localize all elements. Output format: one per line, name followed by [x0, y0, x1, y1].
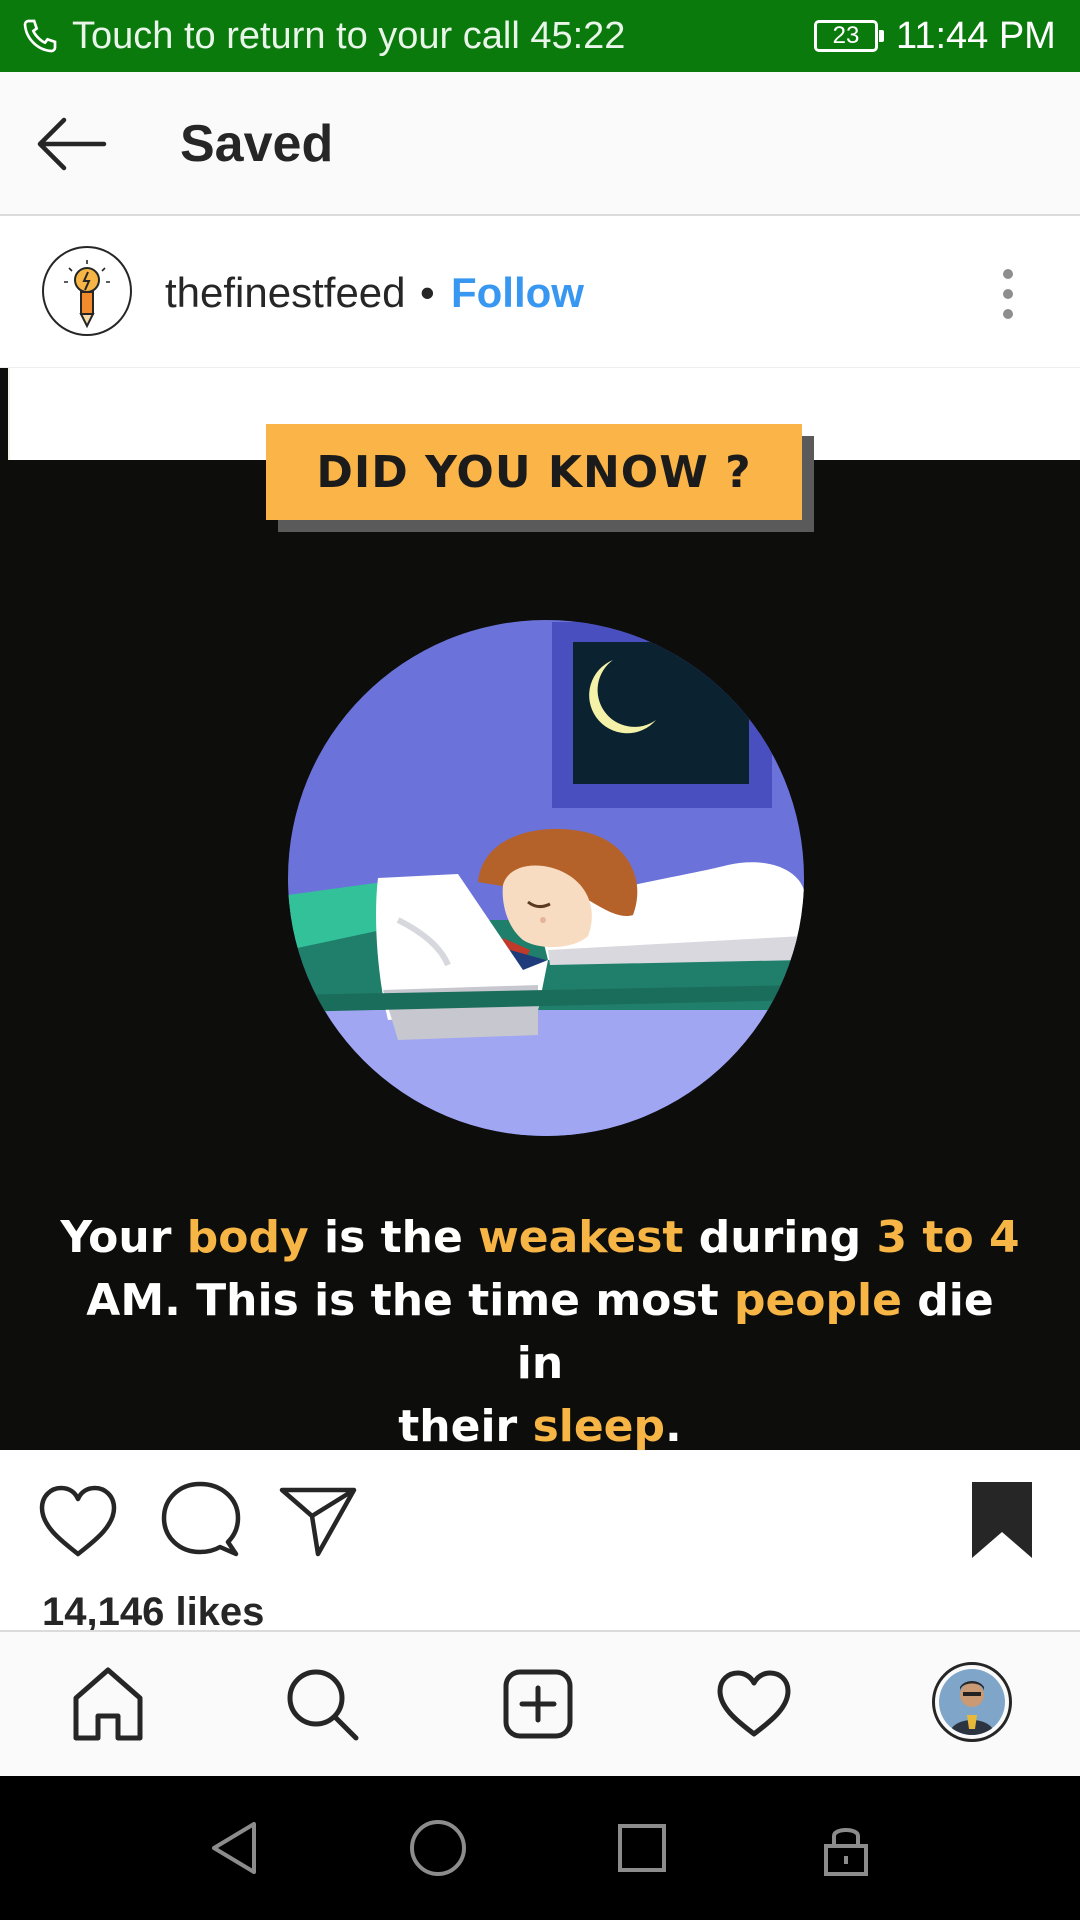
caption-highlight: people: [733, 1275, 902, 1326]
more-vertical-icon[interactable]: [990, 264, 1026, 324]
search-icon[interactable]: [282, 1664, 362, 1744]
call-timer: 45:22: [530, 15, 626, 57]
activity-heart-icon[interactable]: [714, 1664, 794, 1744]
profile-avatar[interactable]: [932, 1662, 1012, 1742]
profile-picture-icon: [939, 1669, 1005, 1735]
bookmark-filled-icon[interactable]: [968, 1478, 1036, 1562]
post-header: thefinestfeed • Follow: [0, 218, 1080, 368]
page-title: Saved: [180, 115, 334, 173]
heart-icon[interactable]: [36, 1480, 120, 1564]
author-avatar[interactable]: [42, 246, 132, 336]
share-send-icon[interactable]: [278, 1480, 358, 1560]
likes-count[interactable]: 14,146 likes: [42, 1588, 264, 1636]
lock-icon[interactable]: [814, 1816, 878, 1880]
comment-icon[interactable]: [158, 1478, 242, 1562]
banner-text: DID YOU KNOW ?: [316, 446, 752, 498]
call-text: Touch to return to your call: [72, 15, 520, 57]
caption-line-1: Your body is the weakest during 3 to 4: [60, 1206, 1020, 1269]
caption-text: .: [665, 1401, 682, 1450]
image-caption: Your body is the weakest during 3 to 4 A…: [60, 1206, 1020, 1450]
post-actions: 14,146 likes: [0, 1450, 1080, 1634]
caption-text: Your: [60, 1212, 187, 1263]
caption-highlight: weakest: [478, 1212, 684, 1263]
did-you-know-banner: DID YOU KNOW ?: [266, 424, 802, 520]
caption-text: during: [683, 1212, 877, 1263]
system-navigation-bar: [0, 1776, 1080, 1920]
phone-icon: [23, 19, 57, 53]
return-to-call-text[interactable]: Touch to return to your call 45:22: [72, 13, 625, 59]
bottom-navigation: [0, 1630, 1080, 1776]
caption-text: their: [398, 1401, 533, 1450]
lightbulb-pencil-logo-icon: [64, 260, 110, 329]
caption-highlight: body: [186, 1212, 309, 1263]
home-circle-icon[interactable]: [406, 1816, 470, 1880]
recent-square-icon[interactable]: [610, 1816, 674, 1880]
add-post-icon[interactable]: [498, 1664, 578, 1744]
caption-line-3: their sleep.: [60, 1395, 1020, 1450]
back-triangle-icon[interactable]: [204, 1816, 268, 1880]
top-app-bar: Saved: [0, 72, 1080, 216]
follow-button[interactable]: Follow: [451, 268, 584, 318]
arrow-left-icon[interactable]: [34, 114, 108, 174]
status-bar[interactable]: Touch to return to your call 45:22 23 11…: [0, 0, 1080, 72]
clock: 11:44 PM: [896, 15, 1056, 57]
separator-dot: •: [420, 269, 435, 316]
author-username[interactable]: thefinestfeed: [165, 268, 406, 318]
battery-indicator: 23: [814, 20, 884, 52]
caption-highlight: sleep: [532, 1401, 666, 1450]
caption-text: is the: [308, 1212, 479, 1263]
home-icon[interactable]: [68, 1664, 148, 1744]
post-image[interactable]: DID YOU KNOW ? Your body is the weakest …: [0, 368, 1080, 1450]
profile-photo: [939, 1669, 1005, 1735]
caption-text: AM. This is the time most: [86, 1275, 734, 1326]
caption-line-2: AM. This is the time most people die in: [60, 1269, 1020, 1395]
caption-highlight: 3 to 4: [876, 1212, 1020, 1263]
sleeping-person-illustration: [288, 620, 804, 1136]
